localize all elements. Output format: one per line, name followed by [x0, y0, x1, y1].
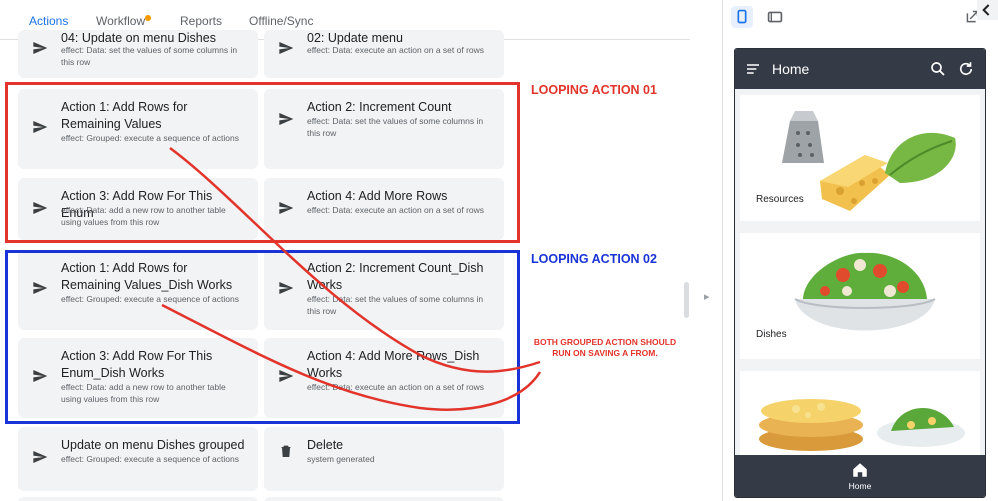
pizza-illustration: [759, 399, 965, 451]
looping-action-02-box: [5, 250, 520, 424]
app-card-dishes[interactable]: Dishes: [740, 233, 980, 359]
action-effect: system generated: [307, 454, 375, 464]
action-card[interactable]: 02: Update menu effect: Data: execute an…: [264, 30, 504, 78]
phone-icon: [737, 9, 747, 24]
collapse-panel-button[interactable]: [977, 0, 998, 20]
bottom-nav: Home: [735, 455, 985, 497]
search-icon[interactable]: [929, 60, 947, 78]
chevron-left-icon: [982, 4, 990, 16]
scrollbar-thumb[interactable]: [684, 282, 689, 318]
send-icon: [33, 42, 48, 54]
bottom-nav-label: Home: [848, 481, 872, 491]
looping-action-01-label: LOOPING ACTION 01: [531, 83, 657, 97]
panel-divider: [722, 0, 723, 501]
app-card-resources[interactable]: Resources: [740, 95, 980, 221]
action-card[interactable]: [18, 497, 258, 501]
mobile-view-button[interactable]: [731, 6, 753, 28]
dishes-illustration: [794, 252, 936, 331]
app-title: Home: [772, 61, 810, 77]
action-effect: effect: Data: set the values of some col…: [61, 45, 238, 67]
send-icon: [279, 42, 294, 54]
tablet-view-button[interactable]: [764, 6, 786, 28]
send-icon: [33, 451, 48, 463]
looping-action-01-box: [5, 82, 520, 243]
looping-action-02-label: LOOPING ACTION 02: [531, 252, 657, 266]
app-card-label: Dishes: [756, 329, 787, 340]
action-title: Update on menu Dishes grouped: [61, 438, 245, 452]
bottom-nav-home[interactable]: Home: [735, 455, 985, 497]
preview-toolbar: [723, 0, 998, 40]
home-icon: [853, 463, 867, 477]
tab-reports[interactable]: Reports: [180, 14, 222, 28]
action-card[interactable]: Delete system generated: [264, 427, 504, 491]
trash-icon: [281, 445, 291, 457]
app-editor-window: Actions Workflow Reports Offline/Sync 04…: [0, 0, 998, 501]
refresh-icon[interactable]: [957, 60, 975, 78]
action-effect: effect: Data: execute an action on a set…: [307, 45, 485, 55]
collapse-preview-icon[interactable]: ▸: [704, 290, 710, 303]
tablet-icon: [767, 11, 783, 23]
tab-workflow[interactable]: Workflow: [96, 14, 145, 28]
menu-icon[interactable]: [745, 61, 761, 77]
phone-preview: Home Resources Dishes Home: [734, 48, 986, 498]
tab-offline-sync[interactable]: Offline/Sync: [249, 14, 313, 28]
workflow-notification-dot: [145, 15, 151, 21]
action-title: Delete: [307, 438, 344, 452]
app-card-pizza[interactable]: [740, 371, 980, 455]
action-card[interactable]: Update on menu Dishes grouped effect: Gr…: [18, 427, 258, 491]
app-card-label: Resources: [756, 194, 804, 205]
action-card[interactable]: 04: Update on menu Dishes effect: Data: …: [18, 30, 258, 78]
action-effect: effect: Grouped: execute a sequence of a…: [61, 454, 239, 464]
tab-actions[interactable]: Actions: [29, 14, 68, 28]
annotation-note: BOTH GROUPED ACTION SHOULD RUN ON SAVING…: [533, 337, 677, 358]
action-card[interactable]: [264, 497, 504, 501]
app-header: Home: [735, 49, 985, 89]
